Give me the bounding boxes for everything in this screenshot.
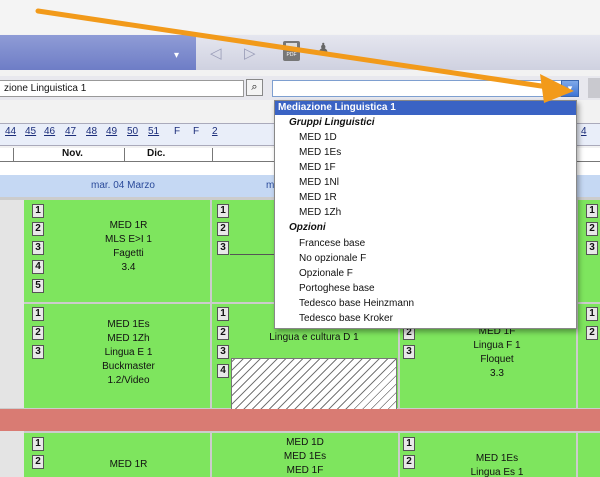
annotation-arrow-shaft	[35, 8, 551, 90]
annotation-arrow	[35, 8, 574, 103]
annotation-arrow-head	[540, 74, 574, 103]
